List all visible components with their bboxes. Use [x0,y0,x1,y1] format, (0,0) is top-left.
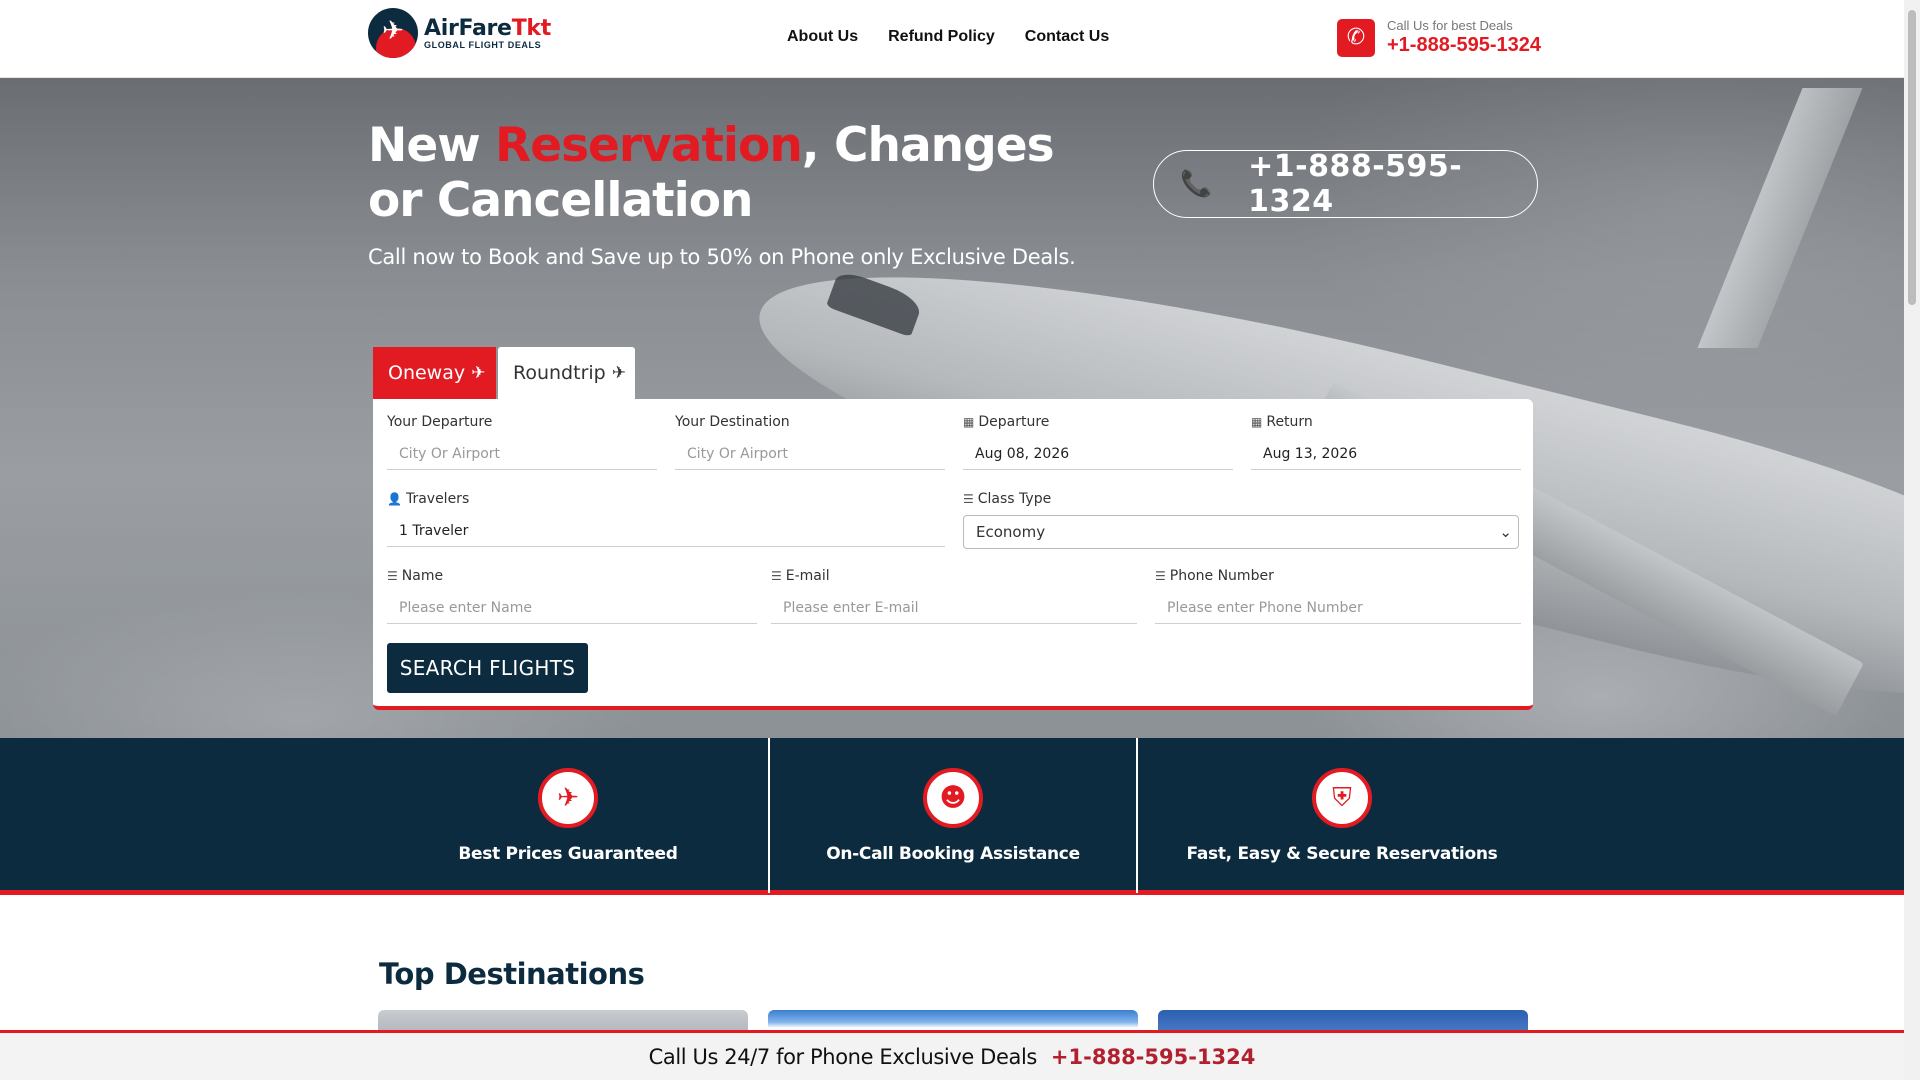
departure-date-label: Departure [978,414,1050,430]
destination-input[interactable] [675,438,945,470]
logo-name: AirFareTkt [424,16,551,41]
chevron-down-icon: ⌄ [1499,523,1512,541]
departure-field: Your Departure [387,414,657,470]
phone-label: Phone Number [1169,568,1274,584]
sticky-phone-number[interactable]: +1-888-595-1324 [1051,1045,1255,1069]
hero-airplane-tail [1697,88,1863,348]
feature-secure: ⛨ Fast, Easy & Secure Reservations [1138,738,1546,893]
nav-about-us[interactable]: About Us [787,28,858,46]
tab-oneway[interactable]: Oneway ✈ [373,347,496,399]
return-date-label: Return [1266,414,1313,430]
nav-contact-us[interactable]: Contact Us [1025,28,1109,46]
phone-field: ☰ Phone Number [1155,568,1521,624]
return-date-field: ▦ Return [1251,414,1521,470]
departure-date-input[interactable] [963,438,1233,470]
return-date-input[interactable] [1251,438,1521,470]
ticket-icon: ✈ [538,768,598,828]
hero-subtitle: Call now to Book and Save up to 50% on P… [368,245,1076,269]
feature-best-prices: ✈ Best Prices Guaranteed [368,738,768,893]
scrollbar-thumb[interactable] [1908,10,1916,305]
name-input[interactable] [387,592,757,624]
airplane-icon: ✈ [611,363,626,383]
sticky-call-bar: Call Us 24/7 for Phone Exclusive Deals +… [0,1030,1904,1080]
departure-label: Your Departure [387,414,493,430]
airplane-icon: ✈ [471,363,486,383]
feature-label: On-Call Booking Assistance [826,844,1080,864]
shield-lock-icon: ⛨ [1312,768,1372,828]
departure-date-field: ▦ Departure [963,414,1233,470]
site-logo[interactable]: ✈ AirFareTkt GLOBAL FLIGHT DEALS [368,8,551,58]
list-icon: ☰ [963,492,974,506]
class-type-label: Class Type [977,491,1052,507]
sticky-call-text: Call Us 24/7 for Phone Exclusive Deals [648,1044,1038,1069]
class-type-field: ☰ Class Type Economy ⌄ [963,491,1519,549]
feature-on-call: ☻ On-Call Booking Assistance [770,738,1136,893]
user-icon: 👤 [387,492,402,506]
phone-icon: 📞 [1180,169,1213,199]
list-icon: ☰ [387,569,398,583]
hero-phone-button[interactable]: 📞 +1-888-595-1324 [1153,149,1538,219]
top-destinations-title: Top Destinations [379,957,645,991]
calendar-icon: ▦ [963,415,975,429]
email-field: ☰ E-mail [771,568,1137,624]
phone-call-icon: ✆ [1337,18,1375,57]
header-phone-number[interactable]: +1-888-595-1324 [1387,34,1541,57]
class-type-select[interactable]: Economy ⌄ [963,515,1519,549]
feature-label: Fast, Easy & Secure Reservations [1186,844,1498,864]
main-nav: About Us Refund Policy Contact Us [787,28,1109,46]
page-scrollbar[interactable] [1904,0,1920,1080]
calendar-icon: ▦ [1251,415,1263,429]
name-field: ☰ Name [387,568,757,624]
hero-title: New Reservation, Changes or Cancellation [368,118,1055,228]
list-icon: ☰ [1155,569,1166,583]
travelers-input[interactable] [387,515,945,547]
site-header: ✈ AirFareTkt GLOBAL FLIGHT DEALS About U… [0,0,1904,78]
agent-icon: ☻ [923,768,983,828]
nav-refund-policy[interactable]: Refund Policy [888,28,995,46]
call-label: Call Us for best Deals [1387,18,1513,33]
hero-phone-number: +1-888-595-1324 [1248,149,1463,219]
email-label: E-mail [785,568,830,584]
departure-input[interactable] [387,438,657,470]
tab-roundtrip[interactable]: Roundtrip ✈ [498,347,635,399]
list-icon: ☰ [771,569,782,583]
logo-mark-icon: ✈ [368,8,418,58]
logo-tagline: GLOBAL FLIGHT DEALS [424,40,542,50]
destination-label: Your Destination [675,414,790,430]
destination-field: Your Destination [675,414,945,470]
phone-input[interactable] [1155,592,1521,624]
travelers-label: Travelers [405,491,470,507]
hero-section: New Reservation, Changes or Cancellation… [0,78,1904,738]
header-call-box[interactable]: ✆ Call Us for best Deals +1-888-595-1324 [1337,18,1541,57]
search-flights-button[interactable]: SEARCH FLIGHTS [387,643,588,693]
feature-label: Best Prices Guaranteed [458,844,678,864]
email-input[interactable] [771,592,1137,624]
flight-search-form: Your Departure Your Destination ▦Departu… [373,399,1533,710]
name-label: Name [401,568,444,584]
features-bar: ✈ Best Prices Guaranteed ☻ On-Call Booki… [0,738,1904,895]
trip-type-tabs: Oneway ✈ Roundtrip ✈ [373,347,635,399]
travelers-field: 👤 Travelers [387,491,945,547]
